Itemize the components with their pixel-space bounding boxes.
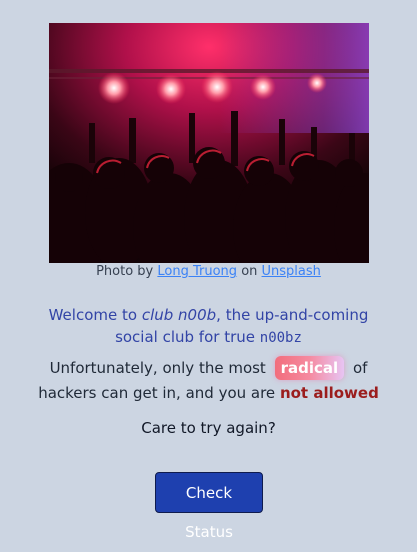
caption-middle: on	[241, 264, 258, 279]
concert-photo	[49, 23, 369, 263]
n00bz-code: n00bz	[259, 330, 302, 346]
author-link[interactable]: Long Truong	[157, 264, 237, 279]
welcome-part1: Welcome to	[48, 306, 142, 324]
source-link[interactable]: Unsplash	[262, 264, 321, 279]
retry-prompt: Care to try again?	[141, 419, 276, 437]
check-status-button[interactable]: Check Status	[155, 472, 263, 541]
message-part1: Unfortunately, only the most	[49, 359, 266, 377]
not-allowed-text: not allowed	[279, 384, 379, 402]
photo-caption: Photo by Long Truong on Unsplash	[0, 263, 417, 281]
radical-badge: radical	[274, 356, 345, 380]
welcome-text: Welcome to club n00b, the up-and-coming …	[30, 304, 387, 349]
concert-photo-art	[49, 23, 369, 263]
club-name: club n00b	[141, 306, 217, 324]
access-message: Unfortunately, only the most radical of …	[30, 356, 387, 406]
caption-prefix: Photo by	[96, 264, 154, 279]
page: Photo by Long Truong on Unsplash Welcome…	[0, 0, 417, 541]
